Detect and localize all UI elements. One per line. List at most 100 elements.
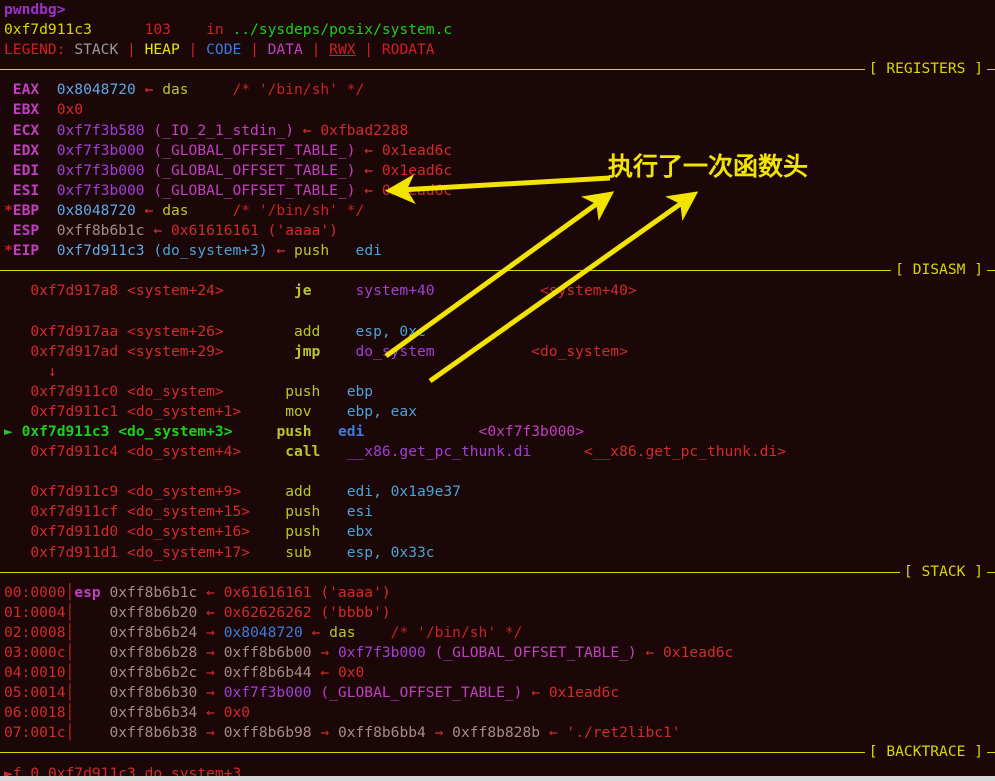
stack-divider-bar: │ [65, 684, 75, 702]
stack-code-ptr: 0x8048720 [223, 623, 303, 641]
disasm-mnemonic: add [285, 483, 312, 501]
stack-final-value: 0x0 [337, 664, 365, 682]
stack-index: 01:0004 [4, 603, 66, 621]
annotation-note-text: 执行了一次函数头 [608, 152, 809, 181]
stack-row: 00:0000│esp 0xff8b6b1c ← 0x61616161 ('aa… [0, 583, 995, 603]
register-name: EDI [12, 161, 40, 179]
disasm-symbol: <do_system+9> [127, 483, 242, 501]
register-row-edx: EDX 0xf7f3b000 (_GLOBAL_OFFSET_TABLE_) ←… [0, 141, 995, 161]
registers-separator: [ REGISTERS ] [0, 59, 995, 80]
register-row-eip: *EIP 0xf7d911c3 (do_system+3) ← push edi [0, 241, 995, 261]
register-value: 0x8048720 [56, 81, 136, 99]
pwndbg-prompt-top: pwndbg> [4, 1, 66, 18]
legend-line: LEGEND: STACK | HEAP | CODE | DATA | RWX… [4, 41, 435, 59]
register-comment: ('aaaa') [267, 222, 338, 240]
legend-item-code: CODE [206, 41, 242, 59]
stack-row: 04:0010│ 0xff8b6b2c → 0xff8b6b44 ← 0x0 [4, 664, 365, 682]
stack-got-ptr: 0xf7f3b000 [223, 684, 312, 702]
register-deref: 0x1ead6c [381, 141, 453, 159]
disasm-mnemonic: je [293, 282, 312, 300]
deref-arrow: ← [276, 242, 286, 260]
stack-string-value: './ret2libc1' [566, 724, 681, 742]
disasm-row: 0xf7d917ad <system+29> jmp do_system <do… [0, 342, 995, 362]
disasm-mnemonic: call [285, 443, 321, 461]
register-name: EBP [12, 201, 40, 219]
register-star [4, 162, 13, 179]
disasm-comment: <system+40> [540, 282, 637, 300]
disasm-mnemonic: push [285, 523, 321, 541]
stack-addr: 0xff8b6b2c [109, 664, 198, 682]
top-prompt-line: pwndbg> [0, 0, 995, 20]
register-row-edi: EDI 0xf7f3b000 (_GLOBAL_OFFSET_TABLE_) ←… [0, 161, 995, 181]
stack-addr: 0xff8b6b20 [109, 603, 198, 621]
register-name: ESI [12, 181, 40, 199]
disasm-row: 0xf7d917a8 <system+24> je system+40 <sys… [0, 281, 995, 301]
disasm-symbol: <do_system+17> [127, 543, 251, 561]
stack-addr: 0xff8b6b38 [109, 724, 198, 742]
in-keyword: in [206, 21, 224, 39]
register-row-esi: ESI 0xf7f3b000 (_GLOBAL_OFFSET_TABLE_) ←… [0, 181, 995, 201]
stack-chain-addr: 0xff8b6b98 [223, 724, 312, 742]
register-name: EAX [12, 81, 40, 99]
stack-row: 06:0018│ 0xff8b6b34 ← 0x0 [0, 703, 995, 723]
register-deref: 0x61616161 [171, 222, 259, 240]
disasm-addr: 0xf7d911c4 [30, 443, 119, 461]
disasm-row: 0xf7d917aa <system+26> add esp, 0xc [0, 322, 995, 342]
deref-arrow: ← [364, 141, 374, 159]
register-star [4, 81, 13, 98]
deref-arrow: ← [153, 222, 163, 240]
stack-index: 04:0010 [4, 664, 66, 682]
stack-chain-addr: 0xff8b6b00 [223, 644, 312, 661]
terminal-window[interactable]: pwndbg> 0xf7d911c3 103 in ../sysdeps/pos… [0, 0, 995, 781]
register-star: * [4, 201, 13, 219]
stack-index: 07:001c [4, 724, 66, 742]
disasm-row-current: ► 0xf7d911c3 <do_system+3> push edi <0xf… [0, 422, 995, 442]
register-row-ebx: EBX 0x0 [0, 100, 995, 120]
disasm-comment: <__x86.get_pc_thunk.di> [583, 443, 787, 461]
stack-index: 06:0018 [4, 704, 66, 722]
register-name: EIP [12, 242, 40, 260]
disasm-addr: 0xf7d911c1 [30, 402, 119, 420]
disasm-symbol: <do_system+15> [127, 503, 251, 521]
stack-reg-label: esp [74, 583, 101, 601]
register-value: 0xf7f3b580 [56, 121, 145, 139]
disasm-addr: 0xf7d911d1 [30, 543, 119, 561]
deref-arrow: ← [364, 161, 374, 179]
stack-chain-arrow: → [206, 623, 224, 641]
disasm-row: 0xf7d911cf <do_system+15> push esi [0, 502, 995, 522]
stack-index: 00:0000 [4, 583, 66, 601]
stack-addr: 0xff8b6b1c [109, 583, 198, 601]
source-file-path: ../sysdeps/posix/system.c [232, 21, 453, 39]
stack-chain: ← 0x62626262 ('bbbb') [206, 603, 391, 621]
disasm-addr: 0xf7d917a8 [30, 282, 119, 300]
stack-addr: 0xff8b6b34 [109, 704, 198, 722]
register-comment: /* '/bin/sh' */ [232, 81, 365, 99]
disasm-addr: 0xf7d911cf [30, 503, 119, 521]
disasm-addr: 0xf7d911c9 [30, 483, 119, 501]
register-star [4, 142, 13, 159]
stack-separator: [ STACK ] [0, 561, 995, 583]
disasm-operands: ebx [346, 523, 374, 541]
register-star [4, 182, 13, 199]
register-value: 0xf7f3b000 [56, 161, 145, 179]
stack-got-symbol: (_GLOBAL_OFFSET_TABLE_) [311, 684, 523, 702]
register-name: EBX [12, 101, 40, 119]
legend-item-rwx: RWX [329, 41, 356, 59]
disasm-addr: 0xf7d911c0 [30, 382, 119, 400]
register-operand: edi [355, 242, 382, 260]
stack-section-title: [ STACK ] [899, 561, 987, 582]
disasm-row: 0xf7d911c9 <do_system+9> add edi, 0x1a9e… [0, 482, 995, 502]
disasm-operands: __x86.get_pc_thunk.di [346, 443, 532, 461]
deref-arrow: ← [364, 181, 374, 199]
register-row-ecx: ECX 0xf7f3b580 (_IO_2_1_stdin_) ← 0xfbad… [0, 121, 995, 141]
stack-deref-sym: das [329, 623, 356, 641]
stack-index: 02:0008 [4, 623, 66, 641]
register-star [4, 222, 13, 239]
disasm-row: 0xf7d911c4 <do_system+4> call __x86.get_… [0, 442, 995, 462]
disasm-symbol: <do_system+16> [127, 523, 251, 541]
register-row-ebp: *EBP 0x8048720 ← das /* '/bin/sh' */ [0, 201, 995, 221]
window-bottom-edge [0, 776, 995, 781]
legend-item-heap: HEAP [144, 41, 180, 59]
register-symbol: (do_system+3) [153, 242, 268, 260]
disasm-mnemonic: push [285, 503, 321, 521]
